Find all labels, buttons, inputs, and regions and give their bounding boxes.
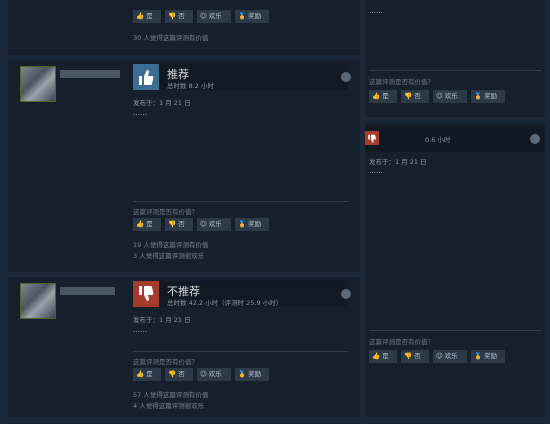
- helpful-question: 这篇评测是否有价值？: [133, 358, 198, 366]
- avatar[interactable]: [20, 283, 56, 319]
- thumbs-down-icon: [365, 131, 379, 145]
- steam-logo-icon: [530, 134, 540, 144]
- funny-button[interactable]: ☺ 欢乐: [197, 368, 231, 381]
- award-icon: 🏅: [238, 220, 247, 228]
- yes-button[interactable]: 👍 是: [133, 368, 161, 381]
- thumbs-down-icon: [133, 281, 159, 307]
- award-icon: 🏅: [238, 370, 247, 378]
- smile-icon: ☺: [436, 92, 443, 100]
- username[interactable]: [60, 287, 115, 295]
- divider: [369, 330, 541, 331]
- posted-date: 发布于：1 月 21 日: [133, 99, 191, 107]
- divider: [133, 351, 348, 352]
- divider: [133, 201, 348, 202]
- helpful-question: 这篇评测是否有价值？: [369, 78, 434, 86]
- vote-header[interactable]: 0.6 小时: [365, 126, 545, 152]
- review-card-1: 👍 是 👎 否 ☺ 欢乐 🏅 奖励 30 人觉得这篇评测有价值: [8, 0, 360, 55]
- review-card-right-2: 0.6 小时 发布于：1 月 21 日 …… 这篇评测是否有价值？ 👍 是 👎 否 …: [365, 122, 545, 417]
- award-button[interactable]: 🏅 奖励: [235, 10, 269, 23]
- review-card-3: 不推荐 总时数 42.2 小时（评测时 25.9 小时） 发布于：1 月 21 …: [8, 277, 360, 417]
- no-button[interactable]: 👎 否: [165, 368, 193, 381]
- no-button[interactable]: 👎 否: [165, 218, 193, 231]
- posted-date: 发布于：1 月 21 日: [133, 316, 191, 324]
- vote-header[interactable]: 不推荐 总时数 42.2 小时（评测时 25.9 小时）: [133, 281, 348, 307]
- funny-button[interactable]: ☺ 欢乐: [433, 350, 467, 363]
- review-body: ……: [369, 7, 383, 15]
- yes-button[interactable]: 👍 是: [133, 10, 161, 23]
- thumbs-up-icon: 👍: [136, 12, 145, 20]
- review-body: ……: [369, 167, 383, 175]
- award-button[interactable]: 🏅 奖励: [471, 90, 505, 103]
- yes-button[interactable]: 👍 是: [369, 350, 397, 363]
- thumbs-down-icon: 👎: [404, 92, 413, 100]
- helpful-question: 这篇评测是否有价值？: [369, 338, 434, 346]
- smile-icon: ☺: [200, 12, 207, 20]
- review-body: ……: [133, 109, 147, 117]
- funny-button[interactable]: ☺ 欢乐: [197, 218, 231, 231]
- hours-played: 总时数 8.2 小时: [167, 82, 214, 90]
- funny-count: 3 人觉得这篇评测很欢乐: [133, 252, 205, 260]
- smile-icon: ☺: [200, 220, 207, 228]
- avatar[interactable]: [20, 66, 56, 102]
- review-card-right-1: …… 这篇评测是否有价值？ 👍 是 👎 否 ☺ 欢乐 🏅 奖励: [365, 0, 545, 117]
- hours-played: 0.6 小时: [425, 136, 451, 144]
- posted-date: 发布于：1 月 21 日: [369, 158, 427, 166]
- thumbs-up-icon: 👍: [136, 370, 145, 378]
- steam-logo-icon: [341, 289, 351, 299]
- hours-played: 总时数 42.2 小时（评测时 25.9 小时）: [167, 299, 283, 307]
- no-button[interactable]: 👎 否: [165, 10, 193, 23]
- thumbs-up-icon: 👍: [372, 92, 381, 100]
- divider: [369, 70, 541, 71]
- vote-header[interactable]: 推荐 总时数 8.2 小时: [133, 64, 348, 90]
- award-icon: 🏅: [238, 12, 247, 20]
- smile-icon: ☺: [436, 352, 443, 360]
- funny-button[interactable]: ☺ 欢乐: [433, 90, 467, 103]
- award-button[interactable]: 🏅 奖励: [235, 368, 269, 381]
- review-body: ……: [133, 326, 147, 334]
- funny-button[interactable]: ☺ 欢乐: [197, 10, 231, 23]
- thumbs-up-icon: 👍: [136, 220, 145, 228]
- award-button[interactable]: 🏅 奖励: [235, 218, 269, 231]
- thumbs-down-icon: 👎: [404, 352, 413, 360]
- thumbs-down-icon: 👎: [168, 220, 177, 228]
- no-button[interactable]: 👎 否: [401, 350, 429, 363]
- award-icon: 🏅: [474, 352, 483, 360]
- thumbs-down-icon: 👎: [168, 370, 177, 378]
- helpful-count: 57 人觉得这篇评测有价值: [133, 391, 209, 399]
- review-card-2: 推荐 总时数 8.2 小时 发布于：1 月 21 日 …… 这篇评测是否有价值？…: [8, 60, 360, 272]
- yes-button[interactable]: 👍 是: [133, 218, 161, 231]
- award-icon: 🏅: [474, 92, 483, 100]
- thumbs-up-icon: 👍: [372, 352, 381, 360]
- helpful-question: 这篇评测是否有价值？: [133, 208, 198, 216]
- helpful-count: 30 人觉得这篇评测有价值: [133, 34, 209, 42]
- no-button[interactable]: 👎 否: [401, 90, 429, 103]
- helpful-count: 19 人觉得这篇评测有价值: [133, 241, 209, 249]
- award-button[interactable]: 🏅 奖励: [471, 350, 505, 363]
- thumbs-up-icon: [133, 64, 159, 90]
- username[interactable]: [60, 70, 120, 78]
- thumbs-down-icon: 👎: [168, 12, 177, 20]
- funny-count: 4 人觉得这篇评测很欢乐: [133, 402, 205, 410]
- smile-icon: ☺: [200, 370, 207, 378]
- yes-button[interactable]: 👍 是: [369, 90, 397, 103]
- steam-logo-icon: [341, 72, 351, 82]
